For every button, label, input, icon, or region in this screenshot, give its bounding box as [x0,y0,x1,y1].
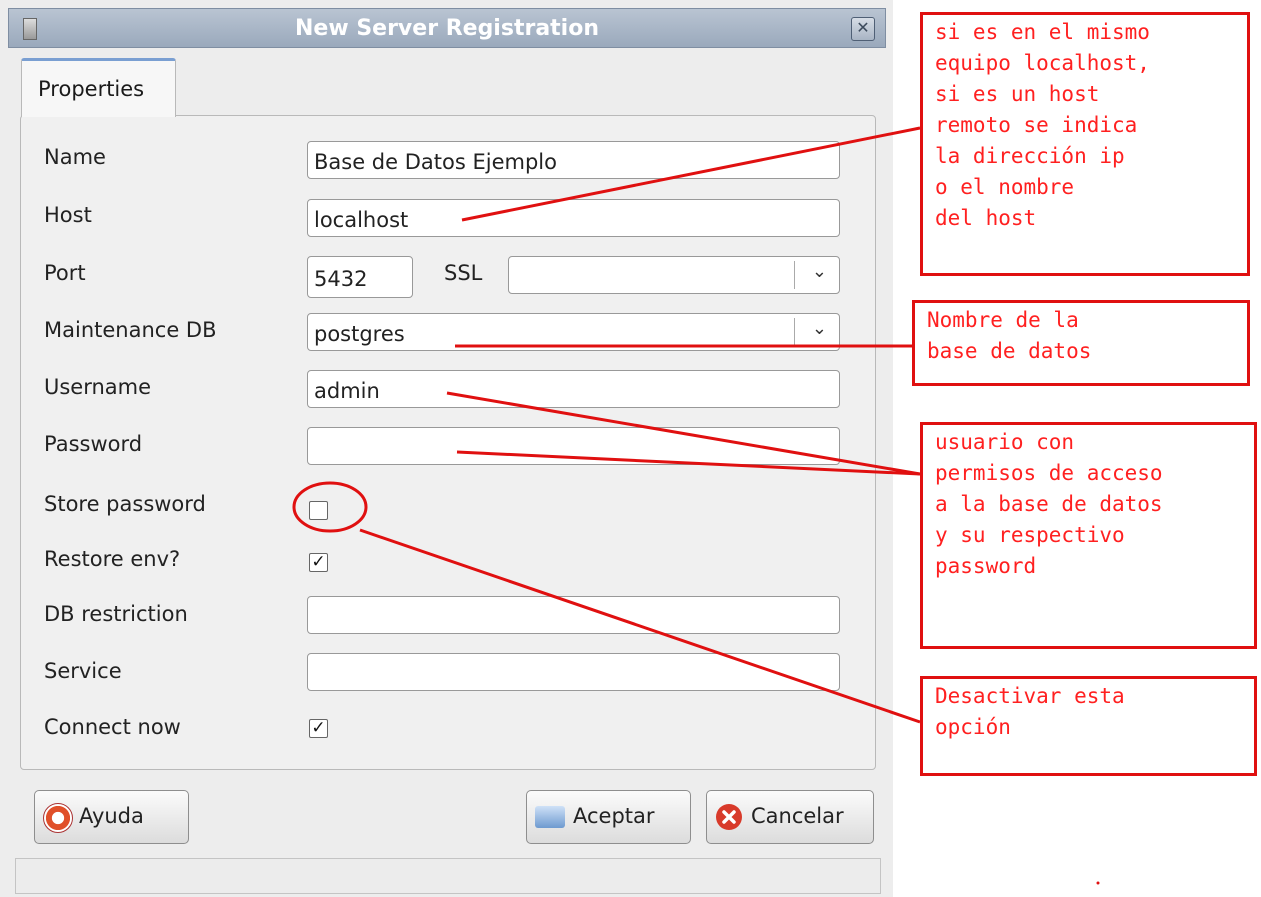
user-annotation: usuario con permisos de acceso a la base… [920,422,1257,649]
tab-properties[interactable]: Properties [21,58,176,117]
store-password-annotation: Desactivar esta opción [920,676,1257,776]
db-annotation: Nombre de la base de datos [912,300,1250,386]
host-annotation: si es en el mismo equipo localhost, si e… [920,12,1250,276]
tab-properties-label: Properties [38,77,145,101]
